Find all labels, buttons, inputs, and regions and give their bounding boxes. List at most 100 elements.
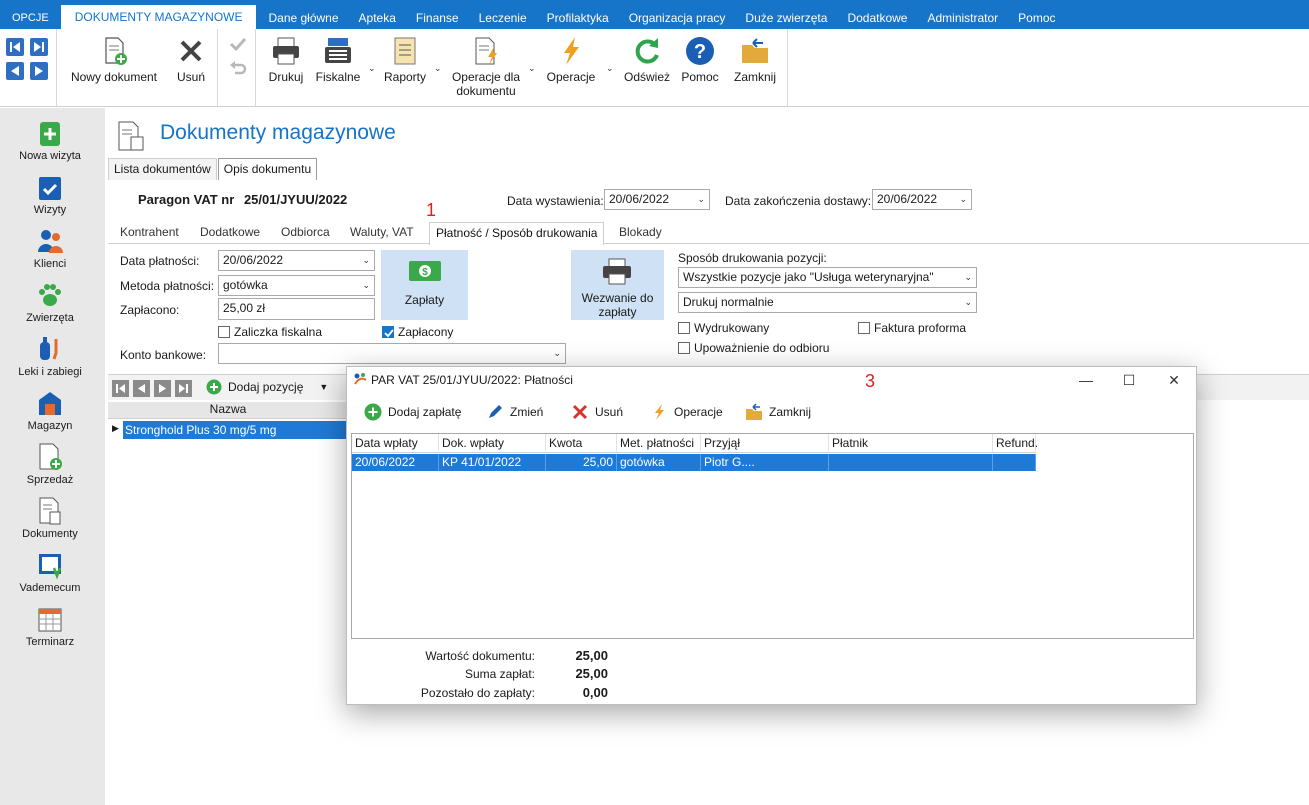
fiscal-dropdown-icon[interactable]: ⌄ bbox=[368, 63, 376, 74]
prev-item-icon[interactable] bbox=[133, 380, 150, 397]
sidebar-item-klienci[interactable]: Klienci bbox=[0, 226, 100, 270]
tab-odbiorca[interactable]: Odbiorca bbox=[281, 225, 330, 239]
sidebar-item-leki-i-zabiegi[interactable]: Leki i zabiegi bbox=[0, 334, 100, 378]
sidebar-item-dokumenty[interactable]: Dokumenty bbox=[0, 496, 100, 540]
tab-blokady[interactable]: Blokady bbox=[619, 225, 662, 239]
checkbox-box bbox=[858, 322, 870, 334]
maximize-icon[interactable]: ☐ bbox=[1112, 369, 1146, 391]
due-date-picker[interactable]: 20/06/2022 ⌄ bbox=[218, 250, 375, 271]
delete-button[interactable]: Usuń bbox=[173, 35, 209, 84]
column-header-dok-wplaty[interactable]: Dok. wpłaty bbox=[439, 434, 546, 453]
tab-opis-dokumentu[interactable]: Opis dokumentu bbox=[217, 158, 318, 180]
paid-checkbox[interactable]: Zapłacony bbox=[382, 325, 453, 339]
close-dialog-button[interactable]: Zamknij bbox=[745, 403, 811, 421]
menu-pomoc[interactable]: Pomoc bbox=[1008, 0, 1065, 29]
help-button[interactable]: ? Pomoc bbox=[680, 35, 720, 84]
delete-payment-button[interactable]: Usuń bbox=[571, 403, 623, 421]
next-item-icon[interactable] bbox=[154, 380, 171, 397]
tab-kontrahent[interactable]: Kontrahent bbox=[120, 225, 179, 239]
new-document-button[interactable]: Nowy dokument bbox=[69, 35, 159, 84]
column-header-kwota[interactable]: Kwota bbox=[546, 434, 617, 453]
menu-dane-glowne[interactable]: Dane główne bbox=[258, 0, 348, 29]
sidebar-item-vademecum[interactable]: Vademecum bbox=[0, 550, 100, 594]
column-header-przyjal[interactable]: Przyjął bbox=[701, 434, 829, 453]
column-header-data-wplaty[interactable]: Data wpłaty bbox=[352, 434, 439, 453]
menu-duze-zwierzeta[interactable]: Duże zwierzęta bbox=[735, 0, 837, 29]
authorization-checkbox[interactable]: Upoważnienie do odbioru bbox=[678, 341, 829, 355]
sidebar-item-zwierzeta[interactable]: Zwierzęta bbox=[0, 280, 100, 324]
tab-waluty-vat[interactable]: Waluty, VAT bbox=[350, 225, 414, 239]
sidebar-label: Wizyty bbox=[33, 204, 67, 216]
next-record-icon[interactable] bbox=[30, 62, 48, 80]
menu-dokumenty-magazynowe[interactable]: DOKUMENTY MAGAZYNOWE bbox=[60, 5, 257, 29]
reports-dropdown-icon[interactable]: ⌄ bbox=[434, 63, 442, 74]
menu-opcje[interactable]: OPCJE bbox=[0, 0, 61, 29]
tab-lista-dokumentow[interactable]: Lista dokumentów bbox=[108, 158, 217, 180]
menu-administrator[interactable]: Administrator bbox=[917, 0, 1008, 29]
last-record-icon[interactable] bbox=[30, 38, 48, 56]
fiscal-advance-label: Zaliczka fiskalna bbox=[234, 325, 323, 339]
print-type-select[interactable]: Drukuj normalnie ⌄ bbox=[678, 292, 977, 313]
warehouse-icon bbox=[39, 392, 61, 415]
sidebar-item-magazyn[interactable]: Magazyn bbox=[0, 388, 100, 432]
operations-dialog-button[interactable]: Operacje bbox=[650, 403, 723, 421]
edit-payment-button[interactable]: Zmień bbox=[486, 403, 543, 421]
printed-checkbox[interactable]: Wydrukowany bbox=[678, 321, 769, 335]
undo-icon[interactable] bbox=[228, 59, 248, 77]
proforma-checkbox[interactable]: Faktura proforma bbox=[858, 321, 966, 335]
print-mode-select[interactable]: Wszystkie pozycje jako "Usługa weterynar… bbox=[678, 267, 977, 288]
minimize-icon[interactable]: — bbox=[1069, 369, 1103, 391]
menu-dodatkowe[interactable]: Dodatkowe bbox=[837, 0, 917, 29]
add-item-button[interactable]: Dodaj pozycję ▼ bbox=[206, 379, 328, 395]
menu-organizacja-pracy[interactable]: Organizacja pracy bbox=[619, 0, 736, 29]
operations-dropdown-icon[interactable]: ⌄ bbox=[606, 63, 614, 74]
last-item-icon[interactable] bbox=[175, 380, 192, 397]
paid-amount-input[interactable]: 25,00 zł bbox=[218, 298, 375, 320]
payment-demand-button[interactable]: Wezwanie do zapłaty bbox=[571, 250, 664, 320]
menu-leczenie[interactable]: Leczenie bbox=[469, 0, 537, 29]
column-header-platnik[interactable]: Płatnik bbox=[829, 434, 993, 453]
fiscal-advance-checkbox[interactable]: Zaliczka fiskalna bbox=[218, 325, 322, 339]
table-row[interactable]: 20/06/2022 KP 41/01/2022 25,00 gotówka P… bbox=[352, 454, 1036, 471]
prev-record-icon[interactable] bbox=[6, 62, 24, 80]
sidebar-item-nowa-wizyta[interactable]: Nowa wizyta bbox=[0, 118, 100, 162]
tab-dodatkowe[interactable]: Dodatkowe bbox=[200, 225, 260, 239]
first-item-icon[interactable] bbox=[112, 380, 129, 397]
tab-platnosc[interactable]: Płatność / Sposób drukowania bbox=[429, 222, 605, 245]
column-header-refund[interactable]: Refund. bbox=[993, 434, 1038, 453]
menu-finanse[interactable]: Finanse bbox=[406, 0, 469, 29]
close-icon[interactable]: ✕ bbox=[1157, 369, 1191, 391]
sidebar-item-sprzedaz[interactable]: Sprzedaż bbox=[0, 442, 100, 486]
document-value: 25,00 bbox=[575, 648, 608, 663]
menu-profilaktyka[interactable]: Profilaktyka bbox=[537, 0, 619, 29]
sidebar-item-terminarz[interactable]: Terminarz bbox=[0, 604, 100, 648]
column-name-header[interactable]: Nazwa bbox=[210, 402, 247, 416]
document-operations-dropdown-icon[interactable]: ⌄ bbox=[528, 63, 536, 74]
add-item-dropdown-icon[interactable]: ▼ bbox=[319, 382, 328, 392]
check-icon[interactable] bbox=[228, 35, 248, 53]
sidebar-item-wizyty[interactable]: Wizyty bbox=[0, 172, 100, 216]
document-operations-button[interactable]: Operacje dla dokumentu bbox=[448, 35, 524, 98]
payments-label: Zapłaty bbox=[404, 293, 445, 307]
table-row[interactable]: ▶ Stronghold Plus 30 mg/5 mg bbox=[108, 421, 348, 439]
menu-apteka[interactable]: Apteka bbox=[349, 0, 406, 29]
issue-date-picker[interactable]: 20/06/2022 ⌄ bbox=[604, 189, 710, 210]
first-record-icon[interactable] bbox=[6, 38, 24, 56]
payment-method-select[interactable]: gotówka ⌄ bbox=[218, 275, 375, 296]
print-button[interactable]: Drukuj bbox=[264, 35, 308, 84]
reports-button[interactable]: Raporty bbox=[382, 35, 428, 84]
add-payment-button[interactable]: Dodaj zapłatę bbox=[364, 403, 461, 421]
refresh-button[interactable]: Odśwież bbox=[622, 35, 672, 84]
close-button[interactable]: Zamknij bbox=[730, 35, 780, 84]
delivery-date-picker[interactable]: 20/06/2022 ⌄ bbox=[872, 189, 972, 210]
bank-account-select[interactable]: ⌄ bbox=[218, 343, 566, 364]
item-name-cell: Stronghold Plus 30 mg/5 mg bbox=[123, 421, 348, 439]
fiscal-button[interactable]: Fiskalne bbox=[314, 35, 362, 84]
sale-document-icon bbox=[39, 443, 62, 470]
payment-doc-cell: KP 41/01/2022 bbox=[439, 454, 546, 471]
operations-button[interactable]: Operacje bbox=[544, 35, 598, 84]
checkbox-box bbox=[678, 322, 690, 334]
payments-button[interactable]: $ Zapłaty bbox=[381, 250, 468, 320]
column-header-met-platnosci[interactable]: Met. płatności bbox=[617, 434, 701, 453]
sidebar: Nowa wizyta Wizyty Klienci Zwierzęta Lek… bbox=[0, 108, 105, 805]
